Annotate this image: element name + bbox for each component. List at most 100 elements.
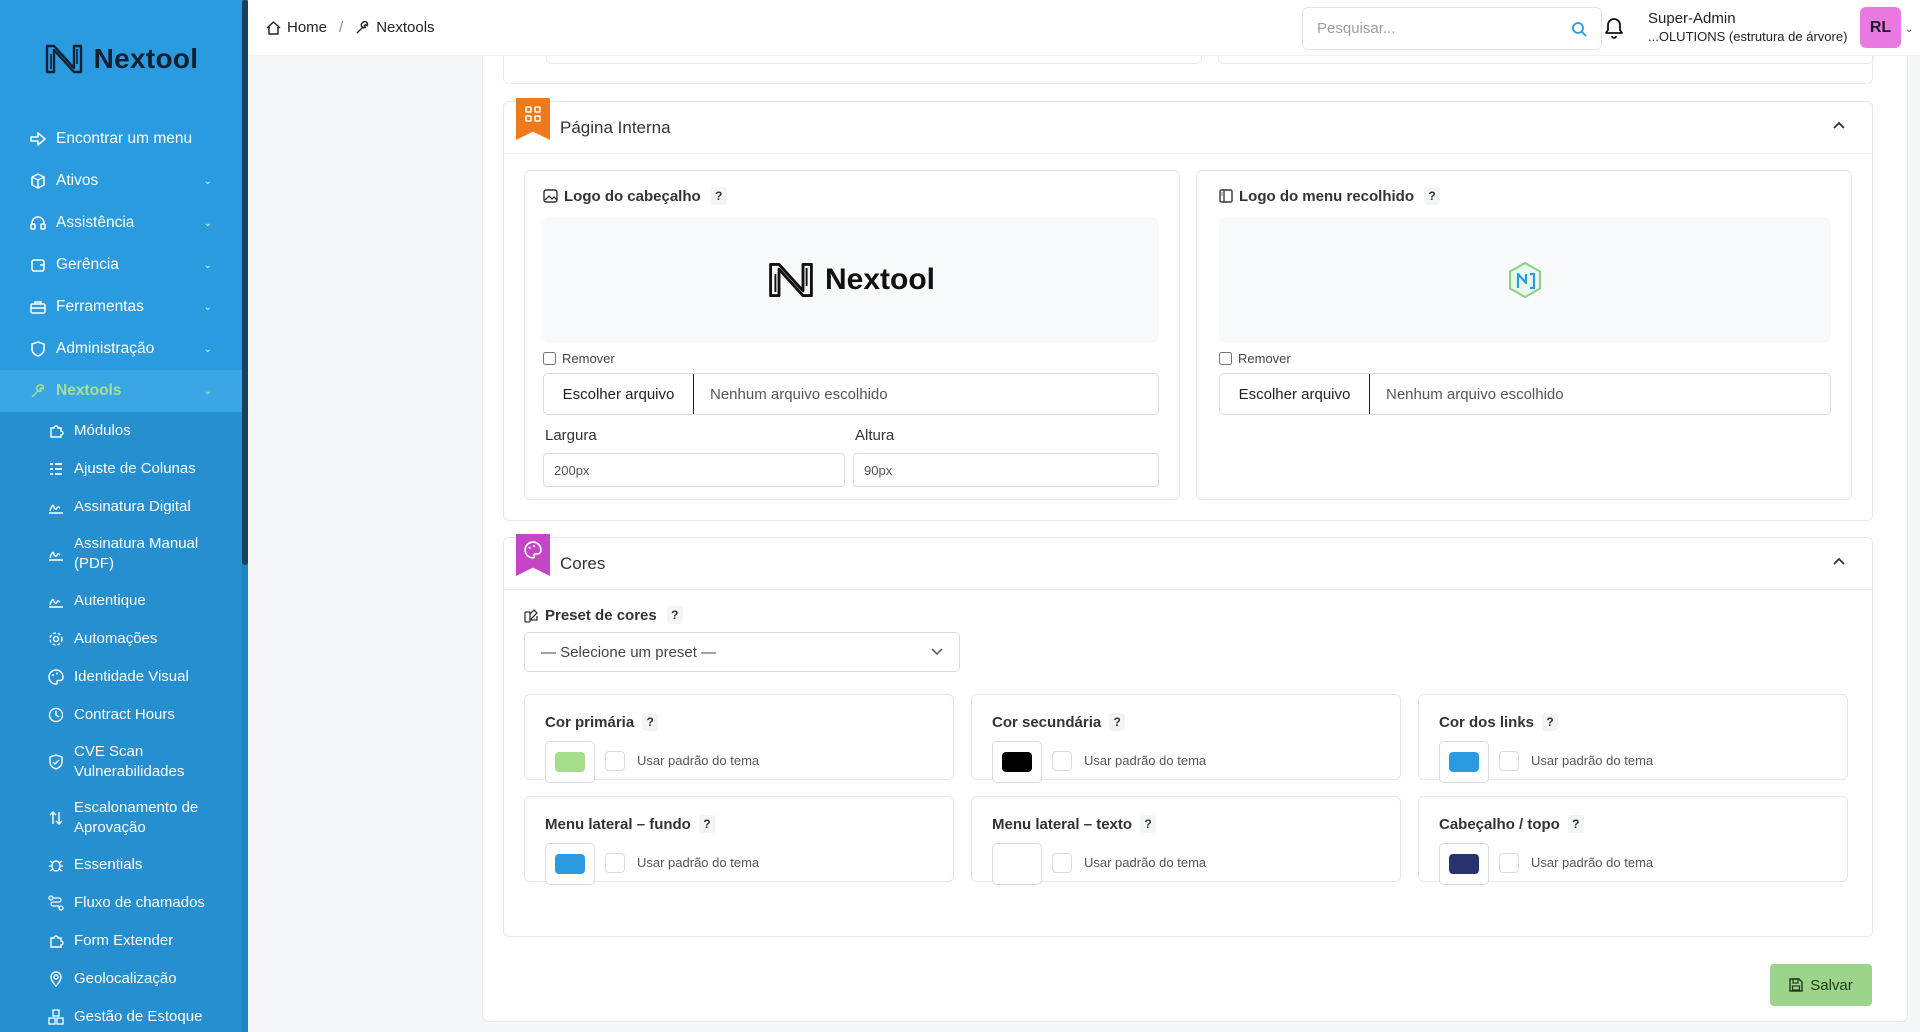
color-title: Menu lateral – texto? — [992, 815, 1157, 833]
header-logo-label: Logo do cabeçalho — [564, 187, 701, 205]
breadcrumb-nextools[interactable]: Nextools — [355, 19, 435, 36]
chevron-up-icon[interactable] — [1832, 120, 1846, 130]
user-info[interactable]: Super-Admin ...OLUTIONS (estrutura de ár… — [1648, 10, 1847, 46]
sidebar-item-label: Ativos — [56, 172, 99, 189]
use-theme-default-checkbox[interactable] — [1499, 751, 1519, 771]
search-box[interactable] — [1302, 7, 1602, 50]
help-icon[interactable]: ? — [642, 713, 659, 731]
sidebar-subitem-automacoes[interactable]: Automações — [0, 620, 248, 658]
use-theme-default-checkbox[interactable] — [1052, 853, 1072, 873]
help-icon[interactable]: ? — [1140, 815, 1157, 833]
sidebar-subitem-essentials[interactable]: Essentials — [0, 846, 248, 884]
sidebar-subitem-ajuste-colunas[interactable]: Ajuste de Colunas — [0, 450, 248, 488]
puzzle-icon — [46, 423, 66, 439]
colors-header[interactable]: Cores — [504, 534, 1872, 590]
collapsed-logo-label: Logo do menu recolhido — [1239, 187, 1414, 205]
notifications-bell-icon[interactable] — [1600, 14, 1628, 42]
sidebar-item-find-menu[interactable]: Encontrar um menu — [0, 118, 248, 160]
use-theme-default-checkbox[interactable] — [1499, 853, 1519, 873]
toolbox-icon — [28, 299, 48, 315]
use-theme-default-checkbox[interactable] — [605, 751, 625, 771]
sidebar-item-assistencia[interactable]: Assistência ⌄ — [0, 202, 248, 244]
color-title-text: Cor primária — [545, 713, 635, 731]
breadcrumb: Home / Nextools — [266, 19, 435, 36]
user-entity: ...OLUTIONS (estrutura de árvore) — [1648, 29, 1848, 44]
chevron-up-icon[interactable] — [1832, 556, 1846, 566]
collapsed-logo-file-input[interactable]: Escolher arquivo Nenhum arquivo escolhid… — [1219, 373, 1831, 415]
shield-icon — [28, 341, 48, 357]
sidebar-subitem-escalonamento[interactable]: Escalonamento de Aprovação — [0, 790, 248, 846]
remove-collapsed-logo[interactable]: Remover — [1219, 351, 1291, 366]
header-color-picker[interactable] — [1439, 843, 1489, 885]
gear-icon — [46, 631, 66, 647]
preset-select[interactable]: — Selecione um preset — — [524, 632, 960, 672]
sidebar-subitem-assinatura-manual[interactable]: Assinatura Manual (PDF) — [0, 526, 248, 582]
sidebar-item-ativos[interactable]: Ativos ⌄ — [0, 160, 248, 202]
image-icon — [543, 189, 558, 203]
sidebar-subitem-form-extender[interactable]: Form Extender — [0, 922, 248, 960]
choose-file-button[interactable]: Escolher arquivo — [544, 374, 694, 414]
use-theme-default-checkbox[interactable] — [605, 853, 625, 873]
breadcrumb-home[interactable]: Home — [266, 19, 327, 36]
help-icon[interactable]: ? — [710, 187, 727, 205]
secondary-color-picker[interactable] — [992, 741, 1042, 783]
sidebar-bg-color-picker[interactable] — [545, 843, 595, 885]
search-icon[interactable] — [1571, 21, 1587, 37]
sidebar-subitem-cve-scan[interactable]: CVE Scan Vulnerabilidades — [0, 734, 248, 790]
help-icon[interactable]: ? — [1542, 713, 1559, 731]
sidebar-item-nextools[interactable]: Nextools ⌄ — [0, 370, 248, 412]
help-icon[interactable]: ? — [698, 815, 715, 833]
sidebar-text-color-picker[interactable] — [992, 843, 1042, 885]
use-theme-default-label: Usar padrão do tema — [1531, 855, 1654, 870]
brand[interactable]: Nextool — [0, 0, 248, 118]
chevron-down-icon[interactable]: ⌄ — [1905, 24, 1913, 35]
sidebar-subitem-assinatura-digital[interactable]: Assinatura Digital — [0, 488, 248, 526]
sidebar-subitem-modulos[interactable]: Módulos — [0, 412, 248, 450]
sidebar-subitem-gestao-estoque[interactable]: Gestão de Estoque — [0, 998, 248, 1032]
sidebar-subitem-geolocalizacao[interactable]: Geolocalização — [0, 960, 248, 998]
width-input[interactable] — [543, 453, 845, 487]
sidebar-subitem-label: Ajuste de Colunas — [74, 460, 196, 477]
collapsed-logo-title: Logo do menu recolhido ? — [1219, 187, 1440, 205]
help-icon[interactable]: ? — [1424, 187, 1440, 205]
nextool-hex-logo-icon — [1509, 261, 1541, 299]
sidebar-subitem-label: Assinatura Digital — [74, 498, 191, 515]
height-input[interactable] — [853, 453, 1159, 487]
remove-header-logo[interactable]: Remover — [543, 351, 615, 366]
links-color-picker[interactable] — [1439, 741, 1489, 783]
file-name: Nenhum arquivo escolhido — [710, 385, 888, 403]
color-swatch — [555, 752, 585, 772]
header-logo-file-input[interactable]: Escolher arquivo Nenhum arquivo escolhid… — [543, 373, 1159, 415]
avatar[interactable]: RL — [1860, 7, 1901, 48]
sidebar-item-ferramentas[interactable]: Ferramentas ⌄ — [0, 286, 248, 328]
search-input[interactable] — [1317, 20, 1571, 37]
internal-page-header[interactable]: Página Interna — [504, 98, 1872, 154]
help-icon[interactable]: ? — [1109, 713, 1126, 731]
primary-color-picker[interactable] — [545, 741, 595, 783]
help-icon[interactable]: ? — [1567, 815, 1584, 833]
sidebar-item-label: Administração — [56, 340, 155, 357]
use-theme-default-label: Usar padrão do tema — [1084, 753, 1207, 768]
use-theme-default-checkbox[interactable] — [1052, 751, 1072, 771]
save-button[interactable]: Salvar — [1770, 964, 1872, 1006]
remove-header-logo-checkbox[interactable] — [543, 352, 556, 365]
signature-icon — [46, 499, 66, 515]
sidebar-subitem-fluxo-chamados[interactable]: Fluxo de chamados — [0, 884, 248, 922]
sidebar-subitem-autentique[interactable]: Autentique — [0, 582, 248, 620]
nextool-logo-icon — [769, 262, 813, 298]
choose-file-button[interactable]: Escolher arquivo — [1220, 374, 1370, 414]
signature-icon — [46, 546, 66, 562]
sidebar-item-gerencia[interactable]: Gerência ⌄ — [0, 244, 248, 286]
sidebar-subitem-identidade-visual[interactable]: Identidade Visual — [0, 658, 248, 696]
sidebar-item-administracao[interactable]: Administração ⌄ — [0, 328, 248, 370]
sidebar-subitem-contract-hours[interactable]: Contract Hours — [0, 696, 248, 734]
sidebar-subitem-label: Essentials — [74, 856, 143, 873]
remove-collapsed-logo-checkbox[interactable] — [1219, 352, 1232, 365]
color-swatch — [1449, 752, 1479, 772]
sidebar-text-color-card: Menu lateral – texto? Usar padrão do tem… — [971, 796, 1401, 885]
use-theme-default-label: Usar padrão do tema — [637, 855, 760, 870]
top-bar: Home / Nextools Super-Admin ...OLUTIONS … — [248, 0, 1920, 56]
sidebar-subitem-label: Form Extender — [74, 932, 174, 949]
help-icon[interactable]: ? — [666, 606, 683, 624]
sidebar-subitem-label: Escalonamento de Aprovação — [74, 799, 199, 836]
